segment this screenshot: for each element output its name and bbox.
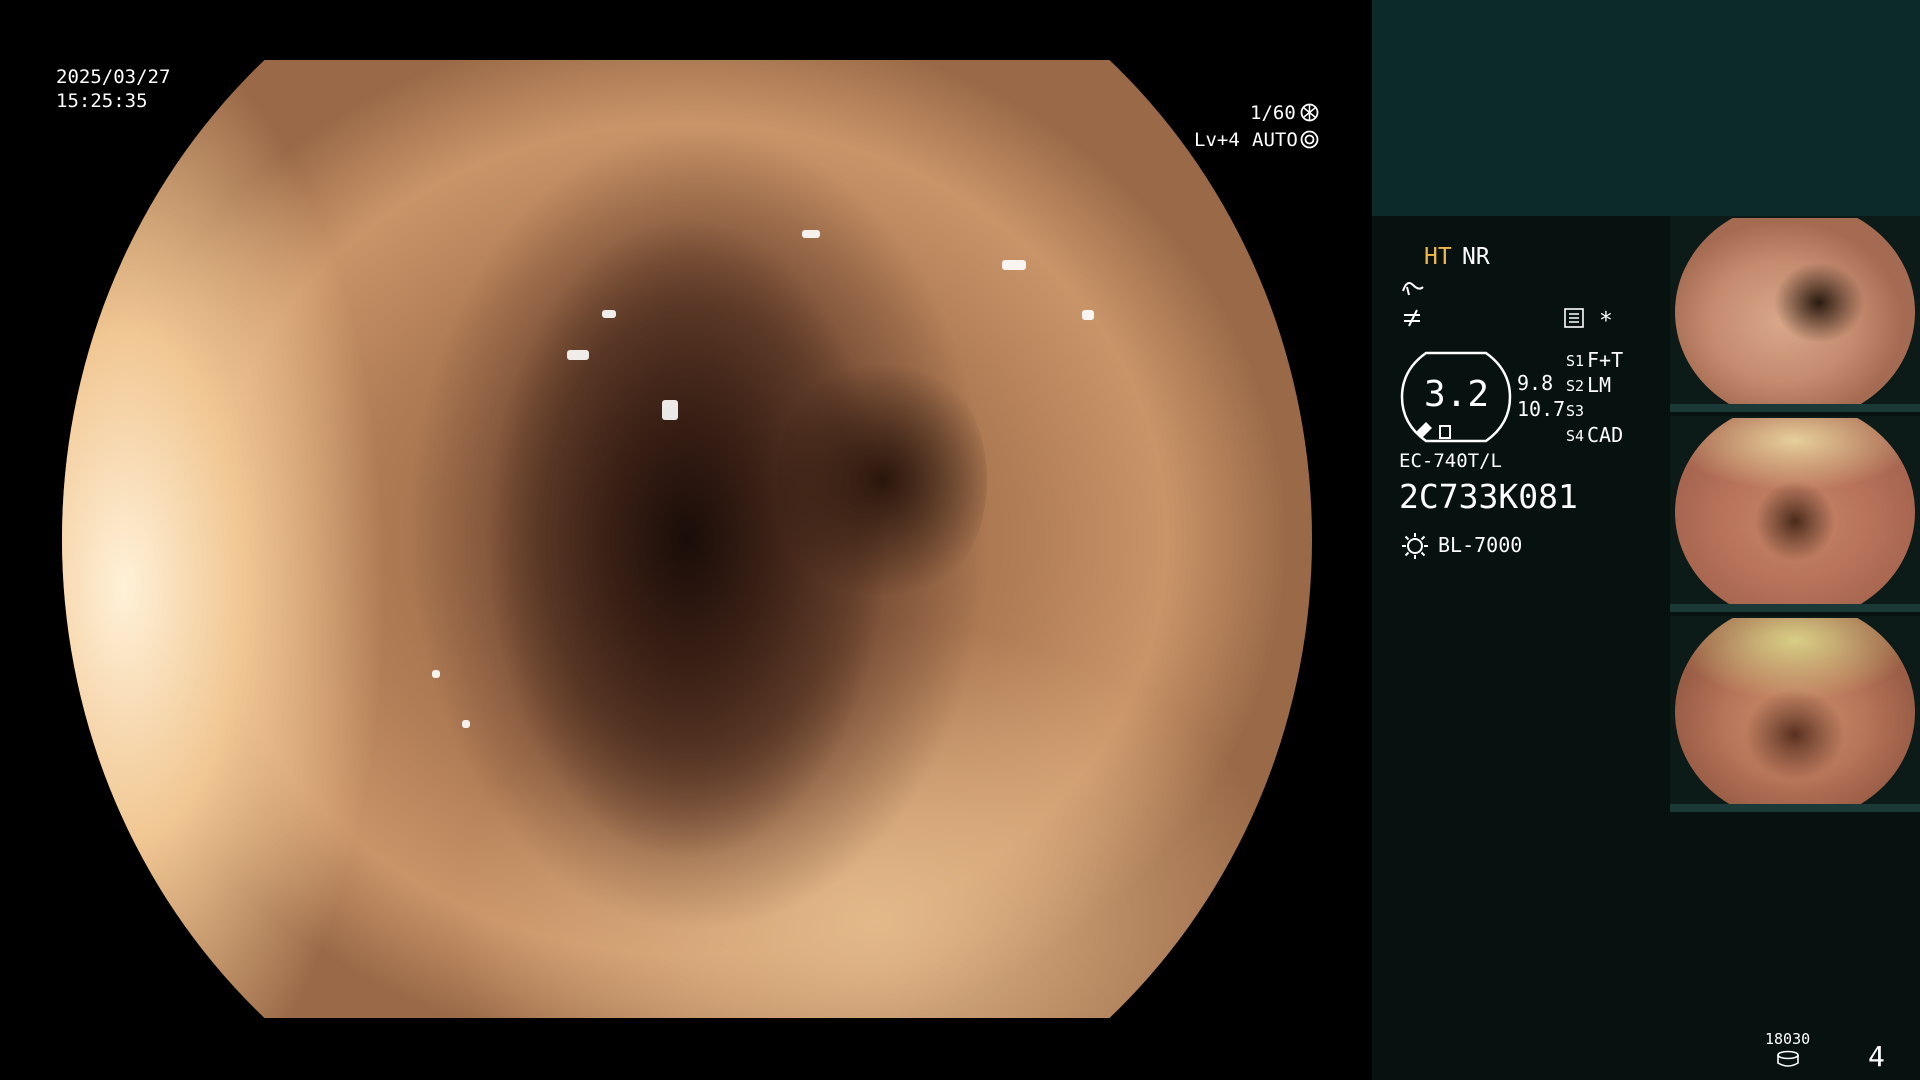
nr-indicator: NR [1462,244,1490,270]
specular-highlight [1002,260,1026,270]
auto-mode-label: AUTO [1252,129,1298,151]
scope-model: EC-740T/L [1399,450,1502,472]
reading-a: 9.8 [1517,371,1554,395]
thumbnail-image [1675,618,1915,806]
specular-highlight [1082,310,1094,320]
shutter-icon [1300,103,1319,122]
specular-highlight [567,350,589,360]
switch-1-key: S1 [1566,352,1585,370]
switch-3-key: S3 [1566,402,1585,420]
specular-highlight [432,670,440,678]
thumbnail-1[interactable] [1670,216,1920,412]
light-source-icon [1402,533,1428,559]
thumbnail-image [1675,418,1915,606]
image-count: 4 [1868,1040,1885,1073]
specular-highlight [662,400,678,420]
date-display: 2025/03/27 [56,66,171,88]
storage-count: 18030 [1765,1030,1811,1048]
switch-4-key: S4 [1566,427,1585,445]
thumbnail-bar [1670,604,1920,612]
switch-1-value: F+T [1587,348,1624,372]
reading-b: 10.7 [1517,397,1566,421]
specular-highlight [462,720,470,728]
thumbnail-image [1675,218,1915,406]
endoscope-image [62,60,1312,1018]
main-endoscope-view: 2025/03/27 15:25:35 1/60 Lv+4 AUTO [0,0,1372,1080]
contrast-icon [1404,309,1420,327]
thumbnail-bar [1670,404,1920,412]
lumen [777,350,987,610]
thumbnail-bar [1670,804,1920,812]
switch-4-value: CAD [1587,423,1624,447]
specular-highlight [602,310,616,318]
ht-indicator: HT [1424,244,1452,270]
time-display: 15:25:35 [56,90,148,112]
enhance-icon [1402,282,1424,296]
scope-serial: 2C733K081 [1399,477,1578,516]
panel-header-area [1372,0,1920,216]
asterisk-indicator: * [1599,308,1613,334]
brightness-level: Lv+4 [1194,129,1240,151]
specular-highlight [802,230,820,238]
switch-2-value: LM [1587,373,1612,397]
gauge-value: 3.2 [1424,374,1490,415]
auto-mode-icon [1300,130,1319,149]
menu-icon [1564,308,1584,328]
light-source-label: BL-7000 [1438,533,1523,557]
switch-2-key: S2 [1566,377,1585,395]
thumbnail-3[interactable] [1670,616,1920,812]
shutter-speed: 1/60 [1250,102,1296,124]
thumbnail-2[interactable] [1670,416,1920,612]
storage-icon [1777,1050,1799,1067]
